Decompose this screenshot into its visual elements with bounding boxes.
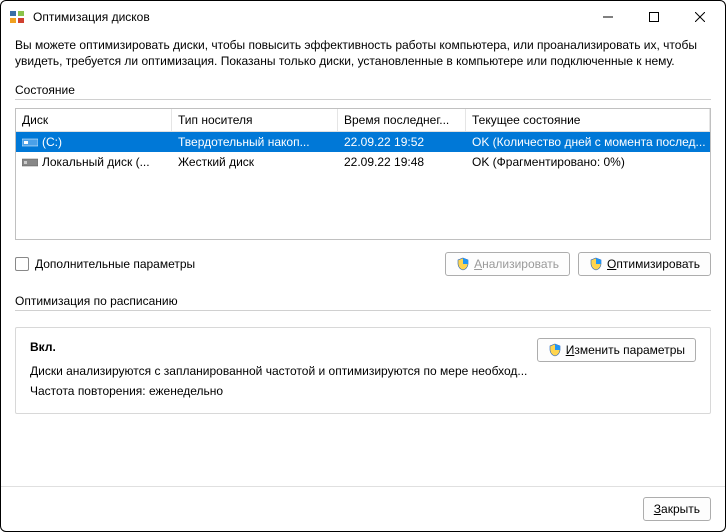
advanced-checkbox[interactable]: Дополнительные параметры bbox=[15, 257, 195, 271]
optimize-button[interactable]: Оптимизировать bbox=[578, 252, 711, 276]
titlebar: Оптимизация дисков bbox=[1, 1, 725, 33]
divider bbox=[15, 310, 711, 311]
status-section-label: Состояние bbox=[15, 83, 711, 97]
cell-disk: Локальный диск (... bbox=[42, 155, 150, 169]
cell-disk: (C:) bbox=[42, 135, 62, 149]
col-last[interactable]: Время последнег... bbox=[338, 109, 466, 131]
shield-icon bbox=[456, 257, 470, 271]
cell-last: 22.09.22 19:52 bbox=[338, 133, 466, 151]
schedule-section-label: Оптимизация по расписанию bbox=[15, 294, 711, 308]
close-button[interactable] bbox=[677, 1, 723, 33]
advanced-label: Дополнительные параметры bbox=[35, 257, 195, 271]
description-text: Вы можете оптимизировать диски, чтобы по… bbox=[15, 37, 711, 69]
change-settings-button[interactable]: Изменить параметры bbox=[537, 338, 696, 362]
cell-state: OK (Фрагментировано: 0%) bbox=[466, 153, 710, 171]
cell-media: Твердотельный накоп... bbox=[172, 133, 338, 151]
shield-icon bbox=[548, 343, 562, 357]
divider bbox=[15, 99, 711, 100]
drives-grid: Диск Тип носителя Время последнег... Тек… bbox=[15, 108, 711, 240]
grid-header: Диск Тип носителя Время последнег... Тек… bbox=[16, 109, 710, 132]
col-media[interactable]: Тип носителя bbox=[172, 109, 338, 131]
hdd-icon bbox=[22, 156, 38, 168]
shield-icon bbox=[589, 257, 603, 271]
table-row[interactable]: (C:) Твердотельный накоп... 22.09.22 19:… bbox=[16, 132, 710, 152]
footer: Закрыть bbox=[1, 486, 725, 531]
cell-media: Жесткий диск bbox=[172, 153, 338, 171]
col-disk[interactable]: Диск bbox=[16, 109, 172, 131]
col-state[interactable]: Текущее состояние bbox=[466, 109, 710, 131]
ssd-icon bbox=[22, 136, 38, 148]
minimize-button[interactable] bbox=[585, 1, 631, 33]
schedule-description: Диски анализируются с запланированной ча… bbox=[30, 362, 696, 381]
schedule-frequency: Частота повторения: еженедельно bbox=[30, 382, 696, 401]
cell-state: OK (Количество дней с момента послед... bbox=[466, 133, 710, 151]
cell-last: 22.09.22 19:48 bbox=[338, 153, 466, 171]
close-footer-button[interactable]: Закрыть bbox=[643, 497, 711, 521]
analyze-button[interactable]: Анализировать bbox=[445, 252, 570, 276]
app-icon bbox=[9, 9, 25, 25]
checkbox-box bbox=[15, 257, 29, 271]
window-title: Оптимизация дисков bbox=[33, 10, 585, 24]
schedule-panel: Вкл. Диски анализируются с запланированн… bbox=[15, 327, 711, 413]
maximize-button[interactable] bbox=[631, 1, 677, 33]
table-row[interactable]: Локальный диск (... Жесткий диск 22.09.2… bbox=[16, 152, 710, 172]
